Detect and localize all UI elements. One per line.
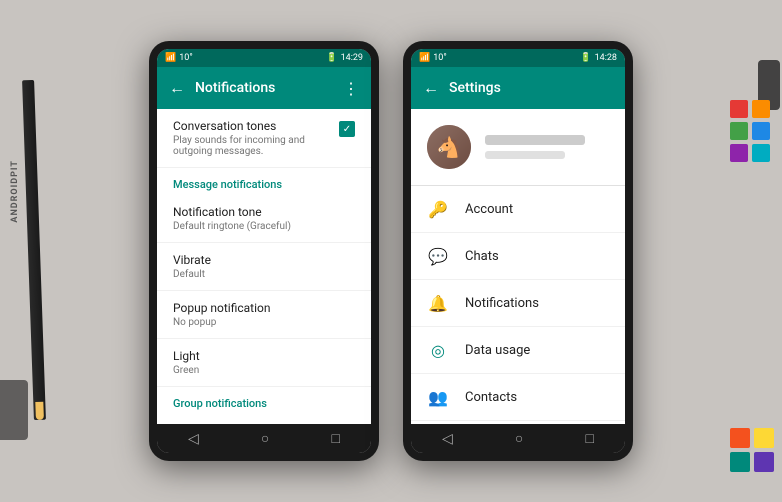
light-sub: Green: [173, 365, 355, 376]
vibrate-item[interactable]: Vibrate Default: [157, 243, 371, 291]
notifications-menu-label: Notifications: [465, 296, 539, 311]
contacts-icon: 👥: [427, 386, 449, 408]
nav-home-left[interactable]: ○: [261, 430, 269, 447]
group-notification-tone-item[interactable]: Notification tone Default ringtone (Grac…: [157, 414, 371, 424]
notification-tone-title: Notification tone: [173, 205, 355, 219]
light-title: Light: [173, 349, 355, 363]
vibrate-title: Vibrate: [173, 253, 355, 267]
notification-tone-item[interactable]: Notification tone Default ringtone (Grac…: [157, 195, 371, 243]
back-button-left[interactable]: ←: [169, 78, 185, 98]
light-item[interactable]: Light Green: [157, 339, 371, 387]
status-right-right-icons: 🔋 14:28: [580, 53, 617, 63]
notifications-header: ← Notifications ⋮: [157, 67, 371, 109]
chat-icon: 💬: [427, 245, 449, 267]
temp-display: 10°: [179, 53, 192, 63]
conversation-tones-checkbox[interactable]: ✓: [339, 121, 355, 137]
profile-section[interactable]: [411, 109, 625, 186]
androidpit-label: ANDROIDPIT: [10, 160, 20, 223]
menu-item-account[interactable]: 🔑 Account: [411, 186, 625, 233]
nav-back-right[interactable]: ◁: [442, 431, 453, 447]
chats-label: Chats: [465, 249, 499, 264]
notification-tone-sub: Default ringtone (Graceful): [173, 221, 355, 232]
phone-left-screen: 📶 10° 🔋 14:29 ← Notifications ⋮: [157, 49, 371, 453]
status-right-left-icons: 📶 10°: [419, 53, 447, 63]
conversation-tones-item[interactable]: Conversation tones Play sounds for incom…: [157, 109, 371, 168]
avatar-image: [427, 125, 471, 169]
notifications-title: Notifications: [195, 80, 333, 96]
key-icon: 🔑: [427, 198, 449, 220]
group-notifications-label: Group notifications: [157, 387, 371, 414]
notifications-content: Conversation tones Play sounds for incom…: [157, 109, 371, 424]
signal-icon: 📶: [165, 53, 176, 63]
popup-notification-item[interactable]: Popup notification No popup: [157, 291, 371, 339]
battery-icon: 🔋: [326, 53, 337, 63]
nav-bar-left: ◁ ○ □: [157, 424, 371, 453]
conversation-tones-title: Conversation tones: [173, 119, 339, 133]
temp-display-right: 10°: [433, 53, 446, 63]
settings-content: 🔑 Account 💬 Chats 🔔 Notifications ◎ Data…: [411, 109, 625, 424]
contacts-label: Contacts: [465, 390, 517, 405]
status-right-icons: 🔋 14:29: [326, 53, 363, 63]
time-display: 14:29: [341, 53, 363, 63]
data-usage-label: Data usage: [465, 343, 530, 358]
color-blocks-top-right: [730, 100, 770, 162]
bell-icon: 🔔: [427, 292, 449, 314]
settings-header: ← Settings: [411, 67, 625, 109]
more-options-button[interactable]: ⋮: [343, 79, 359, 98]
menu-item-chats[interactable]: 💬 Chats: [411, 233, 625, 280]
phones-container: 📶 10° 🔋 14:29 ← Notifications ⋮: [149, 41, 633, 461]
conversation-tones-sub: Play sounds for incoming and outgoing me…: [173, 135, 339, 157]
data-usage-icon: ◎: [427, 339, 449, 361]
binder-clip-left: [0, 380, 28, 440]
phone-right: 📶 10° 🔋 14:28 ← Settings: [403, 41, 633, 461]
nav-recents-right[interactable]: □: [585, 430, 593, 447]
color-blocks-bottom-right: [730, 428, 774, 472]
message-notifications-label: Message notifications: [157, 168, 371, 195]
vibrate-sub: Default: [173, 269, 355, 280]
settings-title: Settings: [449, 80, 613, 96]
popup-notification-title: Popup notification: [173, 301, 355, 315]
back-button-right[interactable]: ←: [423, 78, 439, 98]
battery-icon-right: 🔋: [580, 53, 591, 63]
nav-recents-left[interactable]: □: [331, 430, 339, 447]
nav-back-left[interactable]: ◁: [188, 431, 199, 447]
profile-name: [485, 135, 585, 145]
account-label: Account: [465, 202, 513, 217]
status-left-icons: 📶 10°: [165, 53, 193, 63]
time-display-right: 14:28: [595, 53, 617, 63]
status-bar-left: 📶 10° 🔋 14:29: [157, 49, 371, 67]
phone-left: 📶 10° 🔋 14:29 ← Notifications ⋮: [149, 41, 379, 461]
popup-notification-sub: No popup: [173, 317, 355, 328]
avatar: [427, 125, 471, 169]
menu-item-notifications[interactable]: 🔔 Notifications: [411, 280, 625, 327]
signal-icon-right: 📶: [419, 53, 430, 63]
nav-bar-right: ◁ ○ □: [411, 424, 625, 453]
profile-text: [485, 135, 609, 159]
phone-right-screen: 📶 10° 🔋 14:28 ← Settings: [411, 49, 625, 453]
menu-item-data-usage[interactable]: ◎ Data usage: [411, 327, 625, 374]
nav-home-right[interactable]: ○: [515, 430, 523, 447]
status-bar-right: 📶 10° 🔋 14:28: [411, 49, 625, 67]
profile-status: [485, 151, 565, 159]
menu-item-contacts[interactable]: 👥 Contacts: [411, 374, 625, 421]
